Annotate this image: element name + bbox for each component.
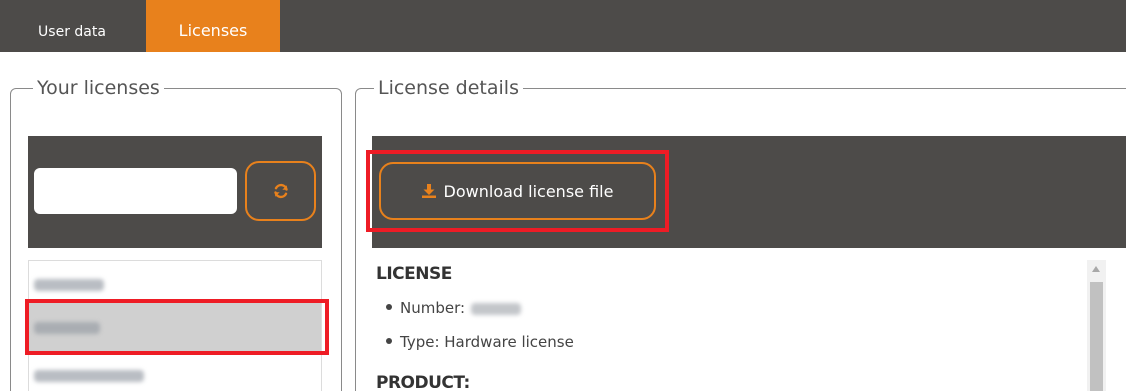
license-type: Type: Hardware license: [386, 333, 574, 351]
redacted-text: [34, 279, 104, 291]
list-item-selected[interactable]: [29, 302, 321, 354]
refresh-button[interactable]: [245, 161, 316, 221]
license-list: [28, 260, 322, 391]
tab-licenses[interactable]: Licenses: [146, 0, 280, 52]
product-section-title: PRODUCT:: [376, 373, 470, 391]
tab-user-data[interactable]: User data: [16, 0, 128, 52]
redacted-text: [34, 322, 100, 334]
refresh-icon: [273, 183, 288, 199]
list-item[interactable]: [29, 357, 321, 391]
license-search-input[interactable]: [34, 168, 237, 214]
license-number: Number:: [386, 299, 522, 317]
license-number-label: Number:: [400, 299, 466, 317]
download-license-label: Download license file: [443, 181, 614, 201]
redacted-text: [471, 302, 522, 315]
download-license-button[interactable]: Download license file: [379, 162, 656, 220]
scroll-thumb[interactable]: [1090, 282, 1103, 391]
list-item[interactable]: [29, 261, 321, 301]
details-scrollbar[interactable]: [1087, 260, 1106, 391]
license-details-legend: License details: [374, 77, 523, 99]
redacted-text: [34, 370, 144, 382]
license-details-content: LICENSE Number: Type: Hardware license P…: [372, 260, 1113, 391]
your-licenses-legend: Your licenses: [33, 77, 164, 99]
bullet-icon: [386, 337, 392, 344]
download-icon: [421, 184, 436, 198]
scroll-up-icon[interactable]: [1092, 266, 1100, 272]
license-section-title: LICENSE: [376, 264, 452, 284]
license-type-label: Type: Hardware license: [400, 333, 574, 351]
tab-bar: User data Licenses: [0, 0, 1126, 52]
bullet-icon: [386, 303, 392, 310]
